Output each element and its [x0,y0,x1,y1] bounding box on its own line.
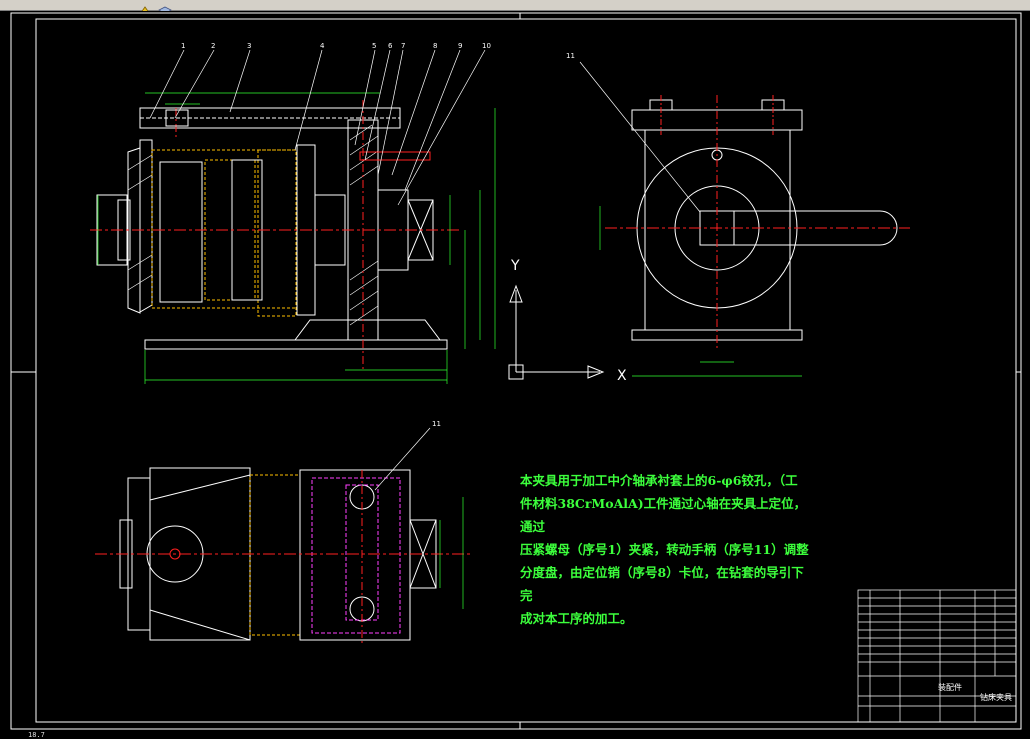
note-line: 压紧螺母（序号1）夹紧，转动手柄（序号11）调整 [520,542,809,557]
cad-drawing: 1 2 3 4 5 6 7 8 9 10 11 Y X 11 装配件 钻床夹具 [10,12,1022,730]
top-view: 11 [95,420,470,645]
part-number-10: 10 [482,42,491,50]
note-line: 件材料38CrMoAlA)工件通过心轴在夹具上定位，通过 [520,496,807,534]
part-number-9: 9 [458,42,462,50]
part-number-6: 6 [388,42,393,50]
side-view: 11 [566,52,910,377]
title-block [857,589,1017,723]
draw-order-icon[interactable] [138,0,152,15]
note-line: 成对本工序的加工。 [520,611,633,626]
title-block-assembly: 装配件 [938,682,962,692]
note-line: 分度盘，由定位销（序号8）卡位，在钻套的导引下完 [520,565,804,603]
ucs-icon [508,284,605,380]
drawing-canvas[interactable]: 1 2 3 4 5 6 7 8 9 10 11 Y X 11 装配件 钻床夹具 … [0,11,1030,733]
front-view: 1 2 3 4 5 6 7 8 9 10 [90,42,496,384]
top-view-callout: 11 [432,420,441,428]
part-number-1: 1 [181,42,185,50]
toolbar [0,0,1030,15]
status-bar [0,733,1030,739]
technical-note: 本夹具用于加工中介轴承衬套上的6-φ6铰孔，（工 件材料38CrMoAlA)工件… [520,469,810,630]
part-number-4: 4 [320,42,325,50]
ucs-x-label: X [617,368,627,384]
part-number-7: 7 [401,42,405,50]
ucs-y-label: Y [510,258,520,274]
layer-icon[interactable] [158,0,172,15]
part-number-3: 3 [247,42,251,50]
note-line: 本夹具用于加工中介轴承衬套上的6-φ6铰孔，（工 [520,473,798,488]
part-number-2: 2 [211,42,215,50]
part-number-5: 5 [372,42,376,50]
coordinate-readout: 18.7 [28,731,45,739]
title-block-drawing-name: 钻床夹具 [980,692,1012,702]
side-view-callout: 11 [566,52,575,60]
part-number-8: 8 [433,42,437,50]
